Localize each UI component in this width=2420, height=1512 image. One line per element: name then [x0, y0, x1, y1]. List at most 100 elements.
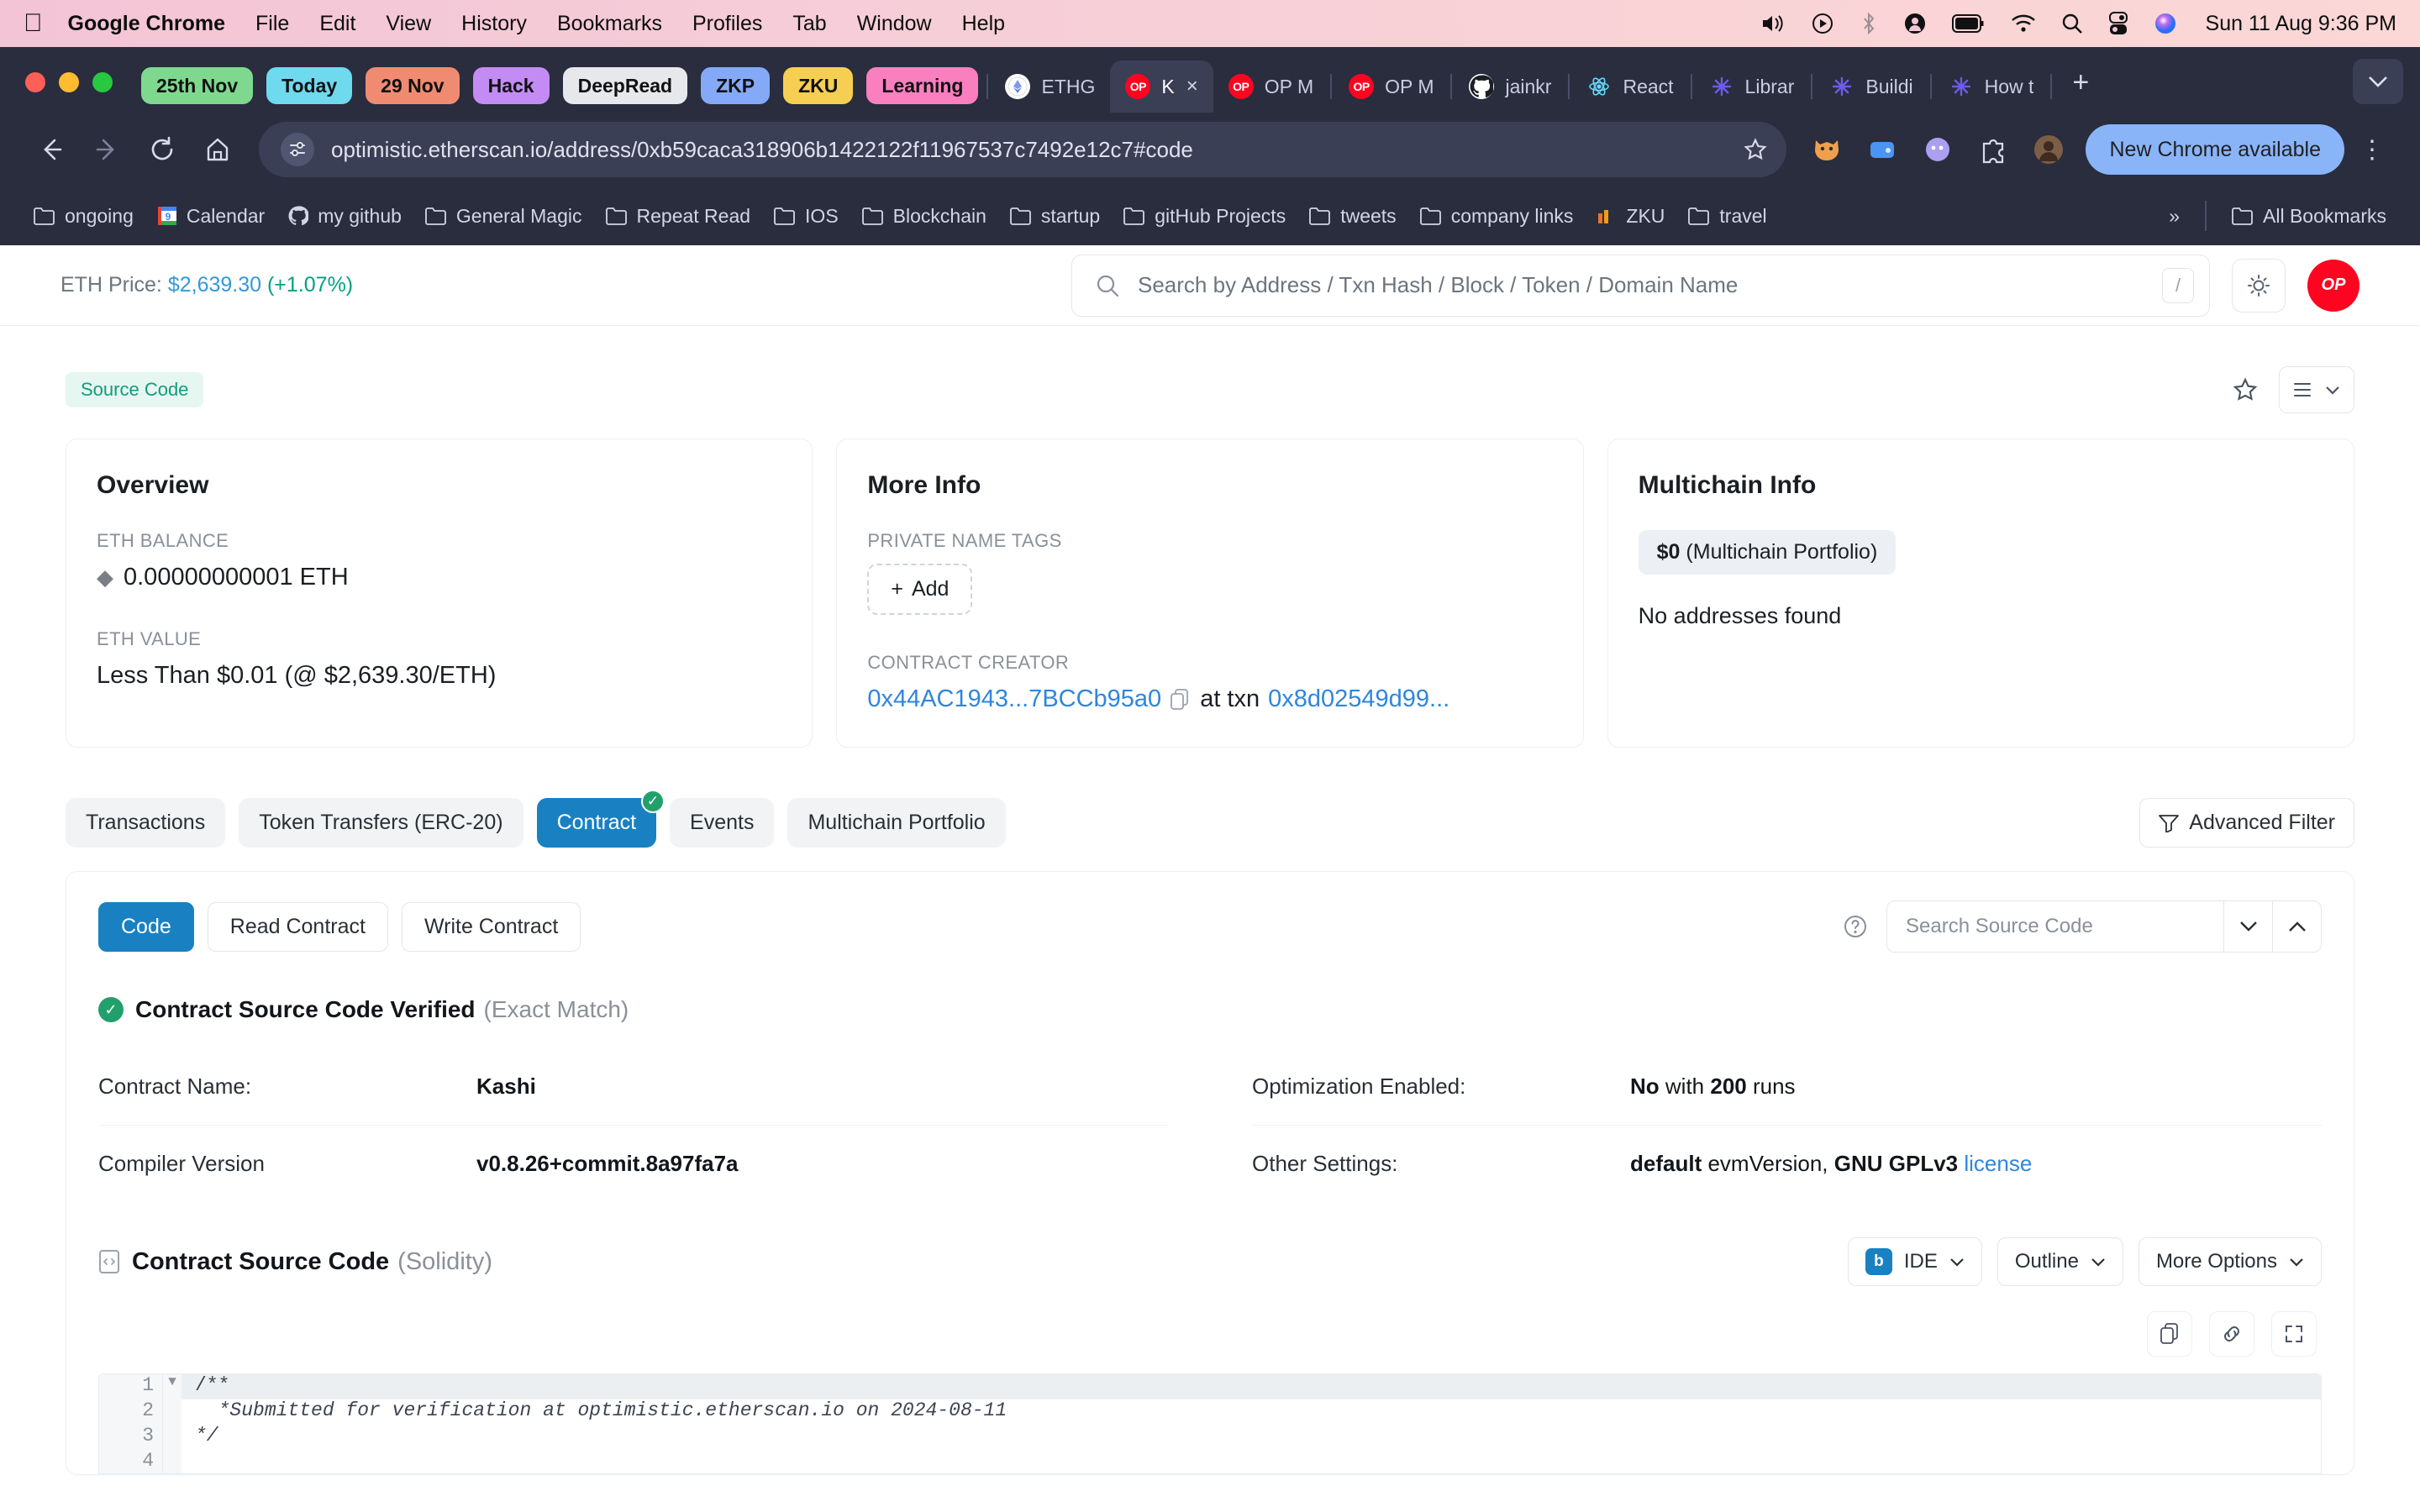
add-name-tag-button[interactable]: + Add [867, 564, 973, 615]
tab-group-zkp[interactable]: ZKP [701, 67, 771, 104]
bookmark-blockchain[interactable]: Blockchain [850, 205, 998, 228]
link-code-button[interactable] [2209, 1311, 2254, 1357]
all-bookmarks-button[interactable]: All Bookmarks [2220, 205, 2398, 228]
fox-extension-icon[interactable] [1808, 131, 1845, 168]
menu-item-view[interactable]: View [386, 12, 431, 36]
browser-tab-op-m-2[interactable]: OP OP M [1334, 60, 1449, 113]
subtab-code[interactable]: Code [98, 901, 194, 952]
maximize-window-button[interactable] [92, 72, 113, 92]
bookmark-github-projects[interactable]: gitHub Projects [1112, 205, 1297, 228]
subtab-write-contract[interactable]: Write Contract [401, 901, 581, 952]
tune-icon[interactable] [281, 133, 314, 166]
ide-button[interactable]: b IDE [1847, 1237, 1982, 1286]
source-code-search[interactable] [1886, 900, 2322, 953]
minimize-window-button[interactable] [59, 72, 79, 92]
bookmark-zku[interactable]: ZKU [1585, 205, 1676, 228]
bookmark-ios[interactable]: IOS [762, 205, 850, 228]
url-text[interactable]: optimistic.etherscan.io/address/0xb59cac… [331, 137, 1731, 163]
tab-group-deepread[interactable]: DeepRead [562, 67, 688, 104]
user-account-icon[interactable] [1903, 12, 1927, 35]
tab-group-today[interactable]: Today [266, 67, 353, 104]
bookmarks-overflow-button[interactable]: » [2157, 205, 2191, 228]
profile-avatar-icon[interactable] [2030, 131, 2067, 168]
site-search-box[interactable]: / [1071, 254, 2210, 317]
control-center-icon[interactable] [2108, 12, 2128, 35]
theme-toggle-button[interactable] [2232, 258, 2286, 312]
kebab-menu-icon[interactable]: ⋮ [2344, 135, 2396, 165]
creation-txn-link[interactable]: 0x8d02549d99... [1268, 685, 1449, 713]
menu-item-help[interactable]: Help [962, 12, 1005, 36]
tab-group-25th-nov[interactable]: 25th Nov [141, 67, 254, 104]
menu-item-edit[interactable]: Edit [319, 12, 355, 36]
menu-item-window[interactable]: Window [857, 12, 932, 36]
bookmark-general-magic[interactable]: General Magic [413, 205, 594, 228]
tab-multichain-portfolio[interactable]: Multichain Portfolio [787, 798, 1006, 848]
battery-icon[interactable] [1951, 14, 1986, 33]
network-badge[interactable]: OP [2307, 259, 2360, 312]
menu-item-file[interactable]: File [255, 12, 289, 36]
back-arrow-icon[interactable] [24, 122, 79, 177]
fullscreen-code-button[interactable] [2271, 1311, 2317, 1357]
bookmark-tweets[interactable]: tweets [1297, 205, 1407, 228]
tab-group-zku[interactable]: ZKU [783, 67, 854, 104]
question-circle-icon[interactable] [1843, 914, 1868, 939]
more-options-button[interactable]: More Options [2138, 1237, 2322, 1286]
copy-code-button[interactable] [2147, 1311, 2192, 1357]
address-bar[interactable]: optimistic.etherscan.io/address/0xb59cac… [259, 122, 1787, 177]
tab-search-chevron-icon[interactable] [2353, 59, 2403, 104]
browser-tab-jainkr[interactable]: jainkr [1454, 60, 1566, 113]
menubar-clock[interactable]: Sun 11 Aug 9:36 PM [2206, 12, 2396, 36]
star-outline-icon[interactable] [1743, 137, 1768, 162]
bookmark-startup[interactable]: startup [998, 205, 1112, 228]
bookmark-company-links[interactable]: company links [1408, 205, 1586, 228]
fold-toggle-icon[interactable]: ▼ [163, 1374, 182, 1399]
source-code-viewer[interactable]: 1 ▼ /** 2 *Submitted for verification at… [98, 1373, 2322, 1474]
bookmark-my-github[interactable]: my github [276, 205, 413, 228]
apple-icon[interactable]:  [24, 11, 43, 36]
browser-tab-building[interactable]: Buildi [1814, 60, 1928, 113]
menu-item-profiles[interactable]: Profiles [692, 12, 762, 36]
menu-item-google-chrome[interactable]: Google Chrome [68, 12, 226, 36]
close-tab-icon[interactable]: × [1186, 75, 1198, 98]
tab-contract[interactable]: Contract ✓ [536, 790, 666, 848]
volume-icon[interactable] [1760, 13, 1786, 34]
tab-group-29-nov[interactable]: 29 Nov [366, 67, 460, 104]
subtab-read-contract[interactable]: Read Contract [207, 901, 388, 952]
search-input[interactable] [1138, 272, 2162, 298]
close-window-button[interactable] [25, 72, 45, 92]
tab-group-learning[interactable]: Learning [866, 67, 979, 104]
menu-item-history[interactable]: History [461, 12, 527, 36]
tab-token-transfers[interactable]: Token Transfers (ERC-20) [239, 798, 523, 848]
source-code-chip[interactable]: Source Code [66, 372, 204, 407]
star-outline-icon[interactable] [2232, 366, 2259, 413]
bookmark-repeat-read[interactable]: Repeat Read [594, 205, 763, 228]
browser-tab-ethg[interactable]: ETHG [990, 60, 1110, 113]
source-search-input[interactable] [1887, 901, 2223, 952]
browser-tab-react[interactable]: React [1571, 60, 1688, 113]
list-menu-button[interactable] [2279, 366, 2354, 413]
bookmark-travel[interactable]: travel [1676, 205, 1778, 228]
outline-button[interactable]: Outline [1996, 1237, 2123, 1286]
license-link[interactable]: license [1958, 1151, 2032, 1176]
new-tab-button[interactable]: + [2054, 66, 2107, 113]
browser-tab-how-to[interactable]: How t [1933, 60, 2049, 113]
browser-tab-op-m-1[interactable]: OP OP M [1213, 60, 1328, 113]
multichain-portfolio-chip[interactable]: $0 (Multichain Portfolio) [1638, 530, 1897, 575]
bluetooth-off-icon[interactable] [1860, 12, 1878, 35]
copy-icon[interactable] [1170, 688, 1190, 711]
wallet-extension-icon[interactable] [1864, 131, 1901, 168]
tab-group-hack[interactable]: Hack [472, 67, 550, 104]
tab-transactions[interactable]: Transactions [66, 798, 226, 848]
eth-price-value[interactable]: $2,639.30 [168, 273, 261, 297]
tab-events[interactable]: Events [670, 798, 775, 848]
wifi-icon[interactable] [2011, 13, 2036, 34]
search-prev-button[interactable] [2272, 901, 2321, 952]
puzzle-extensions-icon[interactable] [1975, 131, 2012, 168]
search-icon[interactable] [2061, 13, 2083, 34]
menu-item-tab[interactable]: Tab [792, 12, 826, 36]
bookmark-calendar[interactable]: 9 Calendar [145, 205, 276, 228]
phantom-extension-icon[interactable] [1919, 131, 1956, 168]
siri-icon[interactable] [2154, 12, 2177, 35]
reload-icon[interactable] [134, 122, 190, 177]
menu-item-bookmarks[interactable]: Bookmarks [557, 12, 662, 36]
